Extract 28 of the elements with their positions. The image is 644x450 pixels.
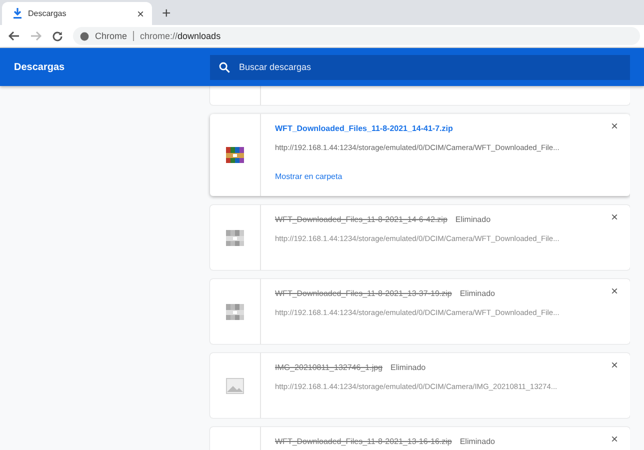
- site-icon: [80, 32, 89, 40]
- file-name: WFT_Downloaded_Files_11-8-2021_14-6-42.zip: [275, 215, 448, 224]
- file-name: IMG_20210811_132746_1.jpg: [275, 363, 382, 372]
- file-name: WFT_Downloaded_Files_11-8-2021_13-16-16.zip: [275, 437, 452, 446]
- status-label: Eliminado: [460, 437, 495, 446]
- remove-button[interactable]: ×: [610, 114, 630, 196]
- page-title: Descargas: [13, 62, 66, 72]
- download-icon: [13, 8, 22, 19]
- remove-button[interactable]: ×: [610, 279, 630, 344]
- address-field[interactable]: Chrome chrome://downloads: [73, 27, 640, 45]
- search-field[interactable]: Buscar descargas: [210, 54, 630, 80]
- remove-button[interactable]: ×: [610, 205, 630, 270]
- file-name: WFT_Downloaded_Files_11-8-2021_13-37-19.zip: [275, 289, 452, 298]
- tab-title: Descargas: [28, 9, 68, 18]
- file-name[interactable]: WFT_Downloaded_Files_11-8-2021_14-41-7.zip: [275, 124, 453, 133]
- status-label: Eliminado: [455, 215, 491, 224]
- reload-icon[interactable]: [52, 30, 63, 42]
- close-tab-button[interactable]: ×: [136, 8, 144, 20]
- show-in-folder-link[interactable]: Mostrar en carpeta: [275, 172, 342, 181]
- status-label: Eliminado: [460, 289, 495, 298]
- site-label: Chrome: [95, 31, 134, 41]
- remove-button[interactable]: ×: [610, 427, 630, 450]
- back-arrow-icon[interactable]: [8, 31, 20, 41]
- browser-tab[interactable]: Descargas ×: [2, 2, 152, 25]
- new-tab-button[interactable]: +: [162, 6, 171, 21]
- url-text: chrome://downloads: [140, 31, 221, 41]
- status-label: Eliminado: [390, 363, 426, 372]
- remove-button[interactable]: ×: [610, 353, 630, 418]
